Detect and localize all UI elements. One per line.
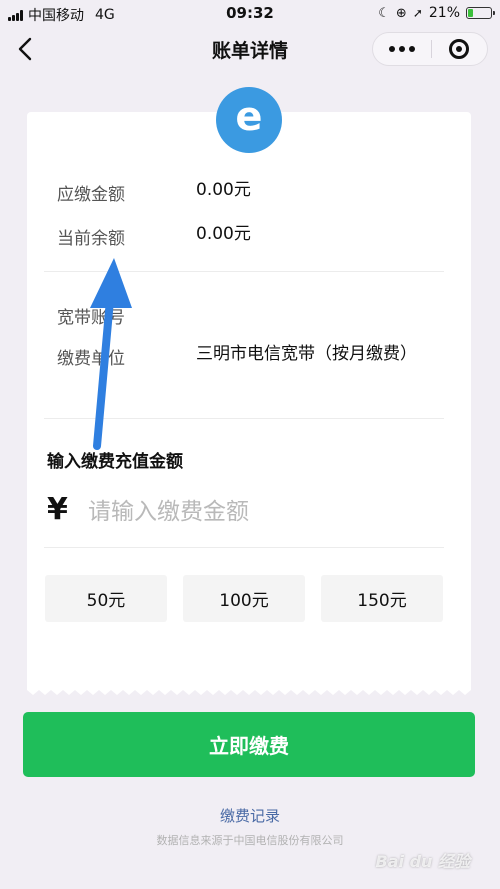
- payment-records-link[interactable]: 缴费记录: [0, 805, 500, 826]
- payment-unit-label: 缴费单位: [57, 349, 125, 369]
- battery-fill: [468, 9, 473, 17]
- amount-option-150[interactable]: 150元: [321, 575, 443, 622]
- close-circle-icon: [449, 39, 470, 59]
- card-zigzag-edge: [27, 682, 471, 695]
- due-amount-label: 应缴金额: [57, 185, 125, 205]
- watermark: Bai du 经验: [375, 852, 470, 871]
- status-right: ☾ ⊕ ➚ 21%: [378, 5, 495, 21]
- data-source-note: 数据信息来源于中国电信股份有限公司: [156, 834, 344, 847]
- miniprogram-capsule: [372, 32, 488, 66]
- more-button[interactable]: [373, 33, 431, 65]
- amount-input[interactable]: [88, 494, 438, 530]
- status-bar: 中国移动 4G 09:32 ☾ ⊕ ➚ 21%: [0, 0, 500, 26]
- account-label: 宽带账号: [57, 308, 125, 328]
- amount-option-100[interactable]: 100元: [183, 575, 305, 622]
- balance-value: 0.00元: [196, 224, 251, 244]
- input-underline: [44, 547, 444, 548]
- battery-icon: [466, 7, 495, 19]
- nav-bar: 账单详情: [0, 26, 500, 72]
- currency-symbol: ¥: [47, 492, 68, 527]
- due-amount-value: 0.00元: [196, 180, 251, 200]
- amount-option-50[interactable]: 50元: [45, 575, 167, 622]
- location-icon: ➚: [412, 6, 423, 20]
- moon-icon: ☾: [378, 5, 390, 21]
- divider: [44, 418, 444, 419]
- pay-now-button[interactable]: 立即缴费: [23, 712, 475, 777]
- balance-label: 当前余额: [57, 229, 125, 249]
- battery-percent: 21%: [428, 5, 460, 21]
- recharge-title: 输入缴费充值金额: [47, 452, 183, 472]
- telecom-logo: e: [216, 87, 282, 153]
- logo-letter: e: [235, 94, 263, 140]
- divider: [44, 271, 444, 272]
- rotation-lock-icon: ⊕: [395, 5, 407, 21]
- more-dots-icon: [388, 46, 395, 52]
- close-button[interactable]: [431, 33, 487, 65]
- payment-unit-value: 三明市电信宽带（按月缴费）: [196, 344, 417, 364]
